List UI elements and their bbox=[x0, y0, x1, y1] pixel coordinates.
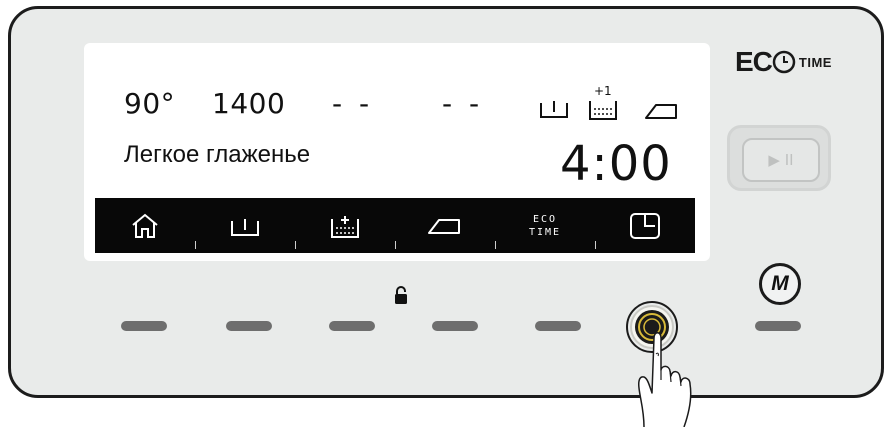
touch-button-1[interactable] bbox=[121, 321, 167, 331]
menu-extra-rinse[interactable] bbox=[295, 198, 395, 253]
menu-delay-timer[interactable] bbox=[595, 198, 695, 253]
menu-eco-time[interactable]: ECO TIME bbox=[495, 198, 595, 253]
menu-ironing[interactable] bbox=[395, 198, 495, 253]
extra-rinse-icon bbox=[331, 215, 359, 238]
touch-button-2[interactable] bbox=[226, 321, 272, 331]
touch-button-5[interactable] bbox=[535, 321, 581, 331]
option-a-readout: - - bbox=[332, 87, 374, 120]
m-button-label: M bbox=[771, 272, 789, 295]
brand-eco: EC bbox=[735, 46, 773, 77]
clock-icon bbox=[772, 50, 796, 74]
remaining-time: 4:00 bbox=[560, 136, 672, 192]
eco-time-label: ECO TIME bbox=[529, 213, 561, 239]
m-button[interactable]: M bbox=[759, 263, 801, 305]
time-label: TIME bbox=[528, 226, 562, 238]
press-indicator bbox=[626, 301, 692, 427]
iron-icon bbox=[645, 104, 677, 119]
extra-rinse-badge: +1 bbox=[594, 84, 612, 98]
tub-icon bbox=[540, 101, 568, 118]
home-icon bbox=[132, 213, 158, 238]
menu-rinse[interactable] bbox=[195, 198, 295, 253]
extra-rinse-icon bbox=[589, 101, 617, 120]
menu-home[interactable] bbox=[95, 198, 195, 253]
touch-button-m[interactable] bbox=[755, 321, 801, 331]
temperature-readout: 90° bbox=[124, 87, 176, 120]
eco-label: ECO bbox=[532, 213, 558, 225]
padlock-icon bbox=[395, 286, 407, 304]
start-pause-button[interactable]: ▶ II bbox=[727, 125, 831, 191]
eco-time-logo: EC TIME bbox=[735, 46, 832, 77]
iron-icon bbox=[428, 218, 460, 234]
tub-icon bbox=[231, 218, 259, 236]
touch-button-4[interactable] bbox=[432, 321, 478, 331]
delay-timer-icon bbox=[630, 212, 660, 239]
program-name: Легкое глаженье bbox=[124, 141, 311, 168]
play-pause-icon: ▶ II bbox=[742, 138, 820, 182]
brand-time: TIME bbox=[798, 54, 832, 70]
spin-speed-readout: 1400 bbox=[212, 87, 286, 120]
option-b-readout: - - bbox=[442, 87, 484, 120]
touch-button-3[interactable] bbox=[329, 321, 375, 331]
menu-bar: ECO TIME bbox=[95, 198, 695, 253]
